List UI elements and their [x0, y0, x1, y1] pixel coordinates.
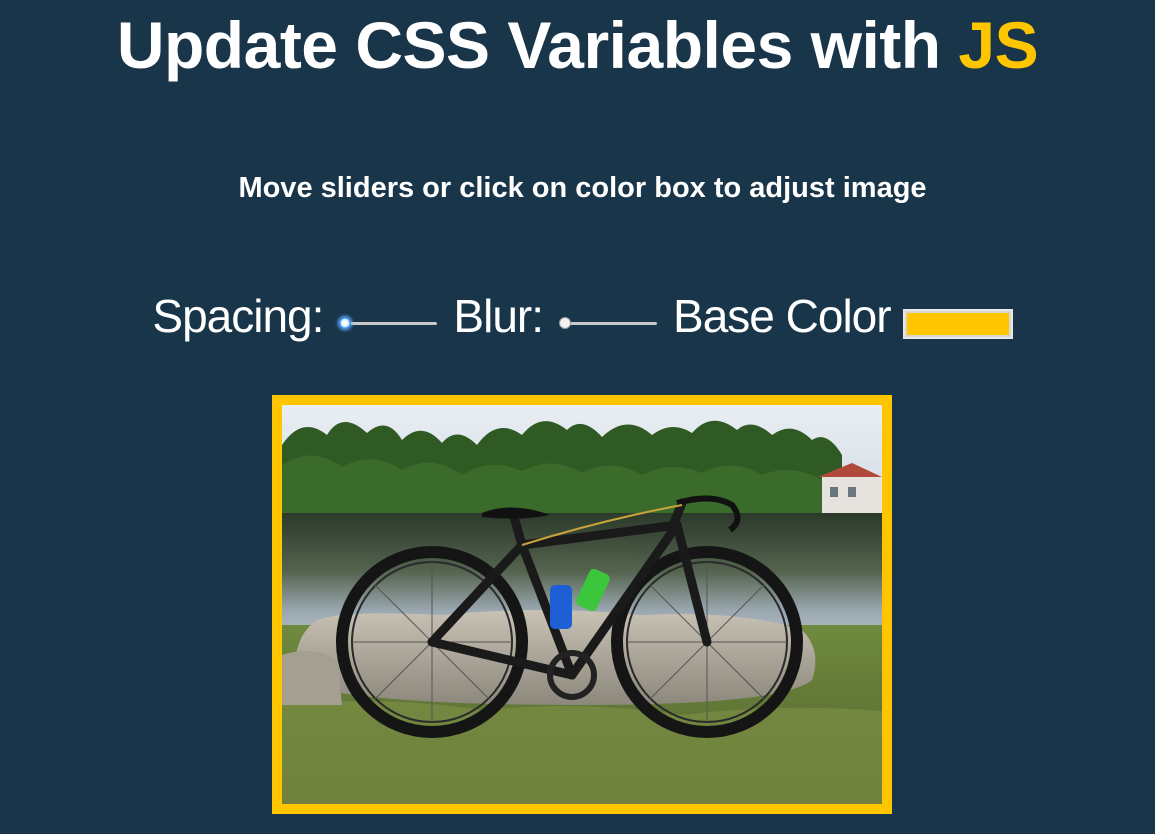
blur-label: Blur:: [453, 290, 544, 342]
blur-slider-thumb[interactable]: [559, 317, 572, 329]
base-color-swatch[interactable]: [906, 313, 1009, 335]
title-main-text: Update CSS Variables with: [116, 8, 959, 82]
spacing-slider-thumb[interactable]: [339, 317, 352, 329]
title-highlight-text: JS: [958, 8, 1039, 82]
blur-slider[interactable]: [559, 313, 658, 333]
instructions-subtitle: Move sliders or click on color box to ad…: [238, 172, 927, 204]
controls-bar: Spacing: Blur: Base Color: [0, 284, 1155, 348]
page: Update CSS Variables with JS Move slider…: [0, 0, 1155, 834]
spacing-slider-track[interactable]: [345, 322, 438, 325]
image-frame: [272, 395, 892, 814]
base-color-picker[interactable]: [902, 309, 1013, 339]
spacing-slider[interactable]: [339, 313, 438, 333]
base-color-label: Base Color: [673, 290, 892, 342]
page-title: Update CSS Variables with JS: [0, 2, 1155, 88]
blur-slider-track[interactable]: [565, 322, 658, 325]
bicycle-photo: [282, 405, 882, 804]
spacing-label: Spacing:: [152, 290, 324, 342]
